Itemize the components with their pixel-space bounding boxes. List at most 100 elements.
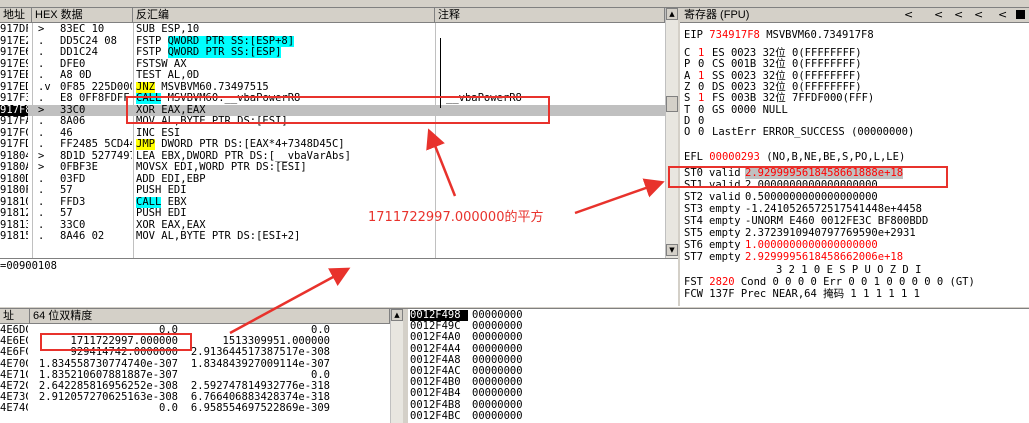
stack-value[interactable]: 00000000: [472, 388, 532, 399]
registers-pane[interactable]: 寄存器 (FPU) < < < < < EIP 734917F8 MSVBVM6…: [680, 8, 1029, 306]
stack-address[interactable]: 0012F4B4: [410, 388, 468, 399]
dump-header-address[interactable]: 址: [0, 309, 30, 324]
nav-left-icon[interactable]: <: [954, 8, 963, 22]
stack-address[interactable]: 0012F4BC: [410, 411, 468, 422]
stack-value[interactable]: 00000000: [472, 366, 532, 377]
dump-value-1[interactable]: 2.642285816956252e-308: [32, 381, 178, 392]
nav-left-icon[interactable]: <: [904, 8, 913, 22]
eip-value[interactable]: 734917F8: [709, 29, 760, 41]
stack-address[interactable]: 0012F4AC: [410, 366, 468, 377]
dump-value-2[interactable]: 1513309951.000000: [182, 336, 330, 347]
fpu-value[interactable]: -UNORM E460 0012FE3C BF800BDD: [745, 215, 928, 227]
stack-address[interactable]: 0012F498: [410, 310, 468, 321]
scroll-down-button[interactable]: ▼: [666, 244, 678, 256]
fpu-register-line[interactable]: ST2 valid 0.5000000000000000000: [684, 192, 878, 203]
fpu-value[interactable]: -1.2410526572517541448e+4458: [745, 203, 922, 215]
disasm-address[interactable]: 917E6: [0, 47, 28, 58]
disasm-row[interactable]: 91813.33C0XOR EAX,EAX: [0, 220, 665, 231]
nav-left-icon[interactable]: <: [998, 8, 1007, 22]
disasm-row[interactable]: 917ED .v 0F85 225D000 JNZ MSVBVM60.73497515: [0, 81, 665, 93]
disasm-address[interactable]: 91815: [0, 231, 28, 242]
stack-value[interactable]: 00000000: [472, 332, 532, 343]
stack-row[interactable]: 0012F4B0 00000000: [408, 377, 1028, 388]
fcw-value[interactable]: 137F: [709, 288, 734, 300]
stack-value[interactable]: 00000000: [472, 355, 532, 366]
flag-value[interactable]: 1: [698, 70, 712, 82]
flag-value[interactable]: 1: [698, 93, 712, 104]
disasm-row[interactable]: 9180D. 03FD ADD EDI,EBP: [0, 174, 665, 185]
disasm-address[interactable]: 91804: [0, 151, 28, 162]
disasm-address[interactable]: 91812: [0, 208, 28, 219]
dump-address[interactable]: 4E71C: [0, 370, 28, 381]
dump-address[interactable]: 4E72C: [0, 381, 28, 392]
disasm-row[interactable]: 91804 >8D1D 5277497 LEA EBX,DWORD PTR DS:[…: [0, 151, 665, 162]
dump-address[interactable]: 4E6EC: [0, 336, 28, 347]
dump-value-2[interactable]: 6.958554697522869e-309: [182, 403, 330, 414]
stack-row[interactable]: 0012F4A4 00000000: [408, 344, 1028, 355]
fpu-value[interactable]: 0.5000000000000000000: [745, 191, 878, 203]
fpu-value[interactable]: 1.0000000000000000000: [745, 239, 878, 251]
dump-row[interactable]: 4E73C 2.912057270625163e-308 6.76640688342…: [0, 392, 390, 403]
stack-address[interactable]: 0012F49C: [410, 321, 468, 332]
dump-value-2[interactable]: 0.0: [182, 370, 330, 381]
dump-row[interactable]: 4E72C 2.642285816956252e-308 2.59274781493…: [0, 381, 390, 392]
disasm-row[interactable]: 91812.57PUSH EDI: [0, 208, 665, 219]
column-header-disassembly[interactable]: 反汇编: [133, 8, 435, 23]
flag-value[interactable]: 0: [698, 104, 712, 116]
stack-value[interactable]: 00000000: [472, 321, 532, 332]
dump-value-1[interactable]: 1.834558730774740e-307: [32, 359, 178, 370]
stack-address[interactable]: 0012F4A8: [410, 355, 468, 366]
disasm-row[interactable]: 9180A >0FBF3E MOVSX EDI,WORD PTR DS:[ESI]: [0, 162, 665, 173]
stack-row[interactable]: 0012F4AC 00000000: [408, 366, 1028, 377]
scroll-up-button[interactable]: ▲: [666, 8, 678, 20]
stack-row[interactable]: 0012F4A0 00000000: [408, 332, 1028, 343]
nav-left-icon[interactable]: <: [974, 8, 983, 22]
dump-value-2[interactable]: 2.592747814932776e-318: [182, 381, 330, 392]
dump-value-2[interactable]: 2.913644517387517e-308: [182, 347, 330, 358]
close-icon[interactable]: [1016, 10, 1025, 19]
stack-value[interactable]: 00000000: [472, 411, 532, 422]
disasm-address[interactable]: 917F8: [0, 104, 28, 116]
disasm-row[interactable]: 917FD. FF2485 5CD44 JMP DWORD PTR DS:[EAX*…: [0, 139, 665, 150]
stack-row[interactable]: 0012F4B4 00000000: [408, 388, 1028, 399]
fpu-register-line[interactable]: ST7 empty 2.9299995618458662006e+18: [684, 252, 903, 263]
disasm-row[interactable]: 917E2. DD5C24 08 FSTP QWORD PTR SS:[ESP+8]: [0, 35, 665, 47]
disasm-row[interactable]: 917FC. 46 INC ESI: [0, 128, 665, 139]
stack-value[interactable]: 00000000: [472, 377, 532, 388]
column-header-comment[interactable]: 注释: [435, 8, 665, 23]
dump-pane[interactable]: 址 64 位双精度 4E6DC0.00.04E6EC1711722997.000…: [0, 309, 403, 423]
scroll-thumb[interactable]: [666, 96, 678, 112]
stack-row[interactable]: 0012F4B8 00000000: [408, 400, 1028, 411]
disasm-row[interactable]: 9180F. 57 PUSH EDI: [0, 185, 665, 196]
stack-value[interactable]: 00000000: [472, 344, 532, 355]
disasm-row[interactable]: 917DF >83EC 10 SUB ESP,10: [0, 24, 665, 35]
fpu-register-line[interactable]: ST3 empty -1.2410526572517541448e+4458: [684, 204, 922, 215]
dump-value-2[interactable]: 0.0: [182, 325, 330, 336]
flag-value[interactable]: 0: [698, 59, 712, 70]
fpu-register-line[interactable]: ST5 empty 2.3723910940797769590e+2931: [684, 228, 916, 239]
disasm-address[interactable]: 917E9: [0, 59, 28, 70]
disasm-address[interactable]: 917EB: [0, 70, 28, 81]
dump-address[interactable]: 4E73C: [0, 392, 28, 403]
stack-pane[interactable]: 0012F498 00000000 0012F49C 00000000 0012F4A0…: [408, 309, 1029, 423]
disasm-address[interactable]: 917ED: [0, 82, 28, 93]
flag-value[interactable]: 0: [698, 127, 712, 138]
stack-address[interactable]: 0012F4A0: [410, 332, 468, 343]
scroll-up-button[interactable]: ▲: [391, 309, 403, 321]
stack-row[interactable]: 0012F4BC 00000000: [408, 411, 1028, 422]
fpu-register-line[interactable]: ST4 empty -UNORM E460 0012FE3C BF800BDD: [684, 216, 928, 227]
fst-value[interactable]: 2820: [709, 276, 734, 288]
stack-row[interactable]: 0012F498 00000000: [408, 310, 1028, 321]
dump-value-1[interactable]: 2.912057270625163e-308: [32, 392, 178, 403]
dump-address[interactable]: 4E74C: [0, 403, 28, 414]
stack-address[interactable]: 0012F4B0: [410, 377, 468, 388]
disasm-row[interactable]: 917E9. DFE0 FSTSW AX: [0, 59, 665, 70]
disasm-address[interactable]: 917DF: [0, 24, 28, 35]
stack-value[interactable]: 00000000: [472, 310, 532, 321]
disasm-row[interactable]: 91810. FFD3 CALL EBX: [0, 196, 665, 208]
disasm-address[interactable]: 917FD: [0, 139, 28, 150]
dump-row[interactable]: 4E70C 1.834558730774740e-307 1.83484392700…: [0, 359, 390, 370]
disasm-row[interactable]: 917E6. DD1C24 FSTP QWORD PTR SS:[ESP]: [0, 47, 665, 58]
disasm-address[interactable]: 917FC: [0, 128, 28, 139]
disasm-address[interactable]: 917E2: [0, 36, 28, 47]
